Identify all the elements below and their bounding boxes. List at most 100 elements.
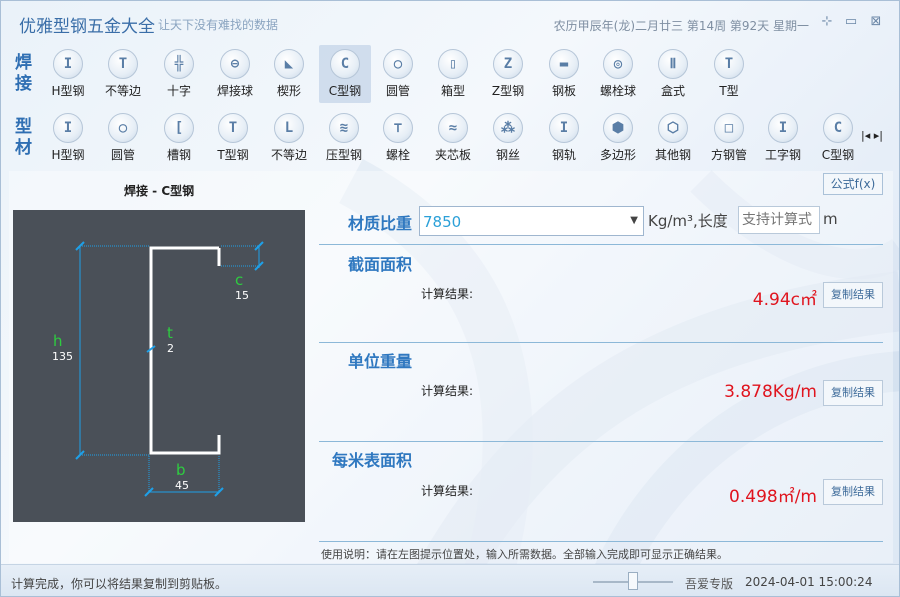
profile-shape-icon: ≋ — [329, 113, 359, 143]
section-area-calc-label: 计算结果: — [421, 287, 474, 301]
material-density-label: 材质比重 — [348, 214, 413, 233]
section-diagram: h 135 c 15 t 2 b 45 — [13, 210, 305, 522]
section-area-result: 4.94c㎡ — [752, 290, 817, 310]
h-label: h — [53, 332, 63, 350]
tool-label: T型钢 — [217, 148, 249, 162]
profile-shape-icon: L — [274, 113, 304, 143]
profile-row-tool-7[interactable]: ≈ 夹芯板 — [427, 109, 479, 167]
profile-row-tool-14[interactable]: C C型钢 — [812, 109, 864, 167]
tool-label: C型钢 — [821, 148, 855, 162]
profile-row-tool-3[interactable]: T T型钢 — [207, 109, 259, 167]
profile-shape-icon: ⬡ — [658, 113, 688, 143]
tool-label: 不等边 — [104, 84, 141, 98]
copy-weight-button[interactable]: 复制结果 — [823, 380, 883, 406]
weld-row-tool-3[interactable]: ⊖ 焊接球 — [209, 45, 261, 103]
profile-toolbar: I H型钢 ○ 圆管 [槽钢 T T型钢 L 不等边 ≋ 压型钢 ⊤ 螺栓 ≈ 夹芯板 ⁂ 钢丝 I 钢轨 ⬢ 多边形 ⬡… — [41, 109, 861, 167]
section-area-title: 截面面积 — [348, 255, 413, 274]
diagram-title: 焊接 - C型钢 — [124, 184, 195, 198]
c-label: c — [235, 271, 243, 289]
formula-button[interactable]: 公式f(x) — [823, 173, 883, 195]
tool-label: 螺栓球 — [599, 84, 636, 98]
profile-shape-icon: I — [768, 113, 798, 143]
tool-label: 圆管 — [385, 84, 410, 98]
edition-label: 吾爱专版 — [685, 577, 734, 591]
tool-label: 钢板 — [551, 84, 576, 98]
weld-row-tool-0[interactable]: I H型钢 — [42, 45, 94, 103]
divider — [319, 342, 883, 343]
tool-label: 其他钢 — [654, 148, 691, 162]
tool-label: 箱型 — [440, 84, 465, 98]
profile-row-tool-8[interactable]: ⁂ 钢丝 — [482, 109, 534, 167]
tool-label: 夹芯板 — [434, 148, 471, 162]
lunar-date-info: 农历甲辰年(龙)二月廿三 第14周 第92天 星期一 — [553, 19, 809, 33]
surface-area-calc-label: 计算结果: — [421, 484, 474, 498]
profile-shape-icon: I — [53, 49, 83, 79]
profile-shape-icon: C — [823, 113, 853, 143]
profile-shape-icon: ⬢ — [603, 113, 633, 143]
length-input-box[interactable] — [738, 206, 820, 234]
profile-shape-icon: ⁂ — [493, 113, 523, 143]
weld-row-tool-2[interactable]: ╬ 十字 — [153, 45, 205, 103]
profile-row-tool-2[interactable]: [槽钢 — [153, 109, 205, 167]
profile-shape-icon: I — [549, 113, 579, 143]
tool-label: 槽钢 — [166, 148, 191, 162]
tool-label: 楔形 — [276, 84, 301, 98]
tool-label: 十字 — [166, 84, 191, 98]
weld-row-tool-12[interactable]: T T型 — [703, 45, 755, 103]
opacity-slider-thumb[interactable] — [628, 572, 638, 590]
status-message: 计算完成，你可以将结果复制到剪贴板。 — [11, 577, 228, 591]
profile-row-tool-0[interactable]: I H型钢 — [42, 109, 94, 167]
weld-row-tool-10[interactable]: ◎ 螺栓球 — [592, 45, 644, 103]
profile-row-tool-11[interactable]: ⬡ 其他钢 — [647, 109, 699, 167]
profile-row-tool-4[interactable]: L 不等边 — [263, 109, 315, 167]
profile-row-label: 型材 — [15, 117, 32, 158]
profile-row-tool-12[interactable]: □ 方钢管 — [703, 109, 755, 167]
profile-row-tool-6[interactable]: ⊤ 螺栓 — [372, 109, 424, 167]
weld-row-tool-1[interactable]: T 不等边 — [97, 45, 149, 103]
profile-shape-icon: ╬ — [164, 49, 194, 79]
profile-shape-icon: ⊤ — [383, 113, 413, 143]
tool-label: 工字钢 — [764, 148, 801, 162]
weld-row-tool-9[interactable]: ▬ 钢板 — [538, 45, 590, 103]
app-title: 优雅型钢五金大全 — [19, 17, 155, 37]
weld-row-tool-8[interactable]: Z Z型钢 — [482, 45, 534, 103]
divider — [319, 541, 883, 542]
profile-row-tool-10[interactable]: ⬢ 多边形 — [592, 109, 644, 167]
weld-row-tool-6[interactable]: ○ 圆管 — [372, 45, 424, 103]
weld-row-tool-4[interactable]: ◣ 楔形 — [263, 45, 315, 103]
surface-area-title: 每米表面积 — [332, 451, 413, 470]
t-label: t — [167, 324, 173, 342]
profile-row-tool-5[interactable]: ≋ 压型钢 — [318, 109, 370, 167]
weld-row-tool-11[interactable]: Ⅱ 盒式 — [647, 45, 699, 103]
toolbar-scroll-arrows[interactable]: |◂ ▸| — [861, 129, 883, 142]
app-window: 优雅型钢五金大全 让天下没有难找的数据 农历甲辰年(龙)二月廿三 第14周 第9… — [0, 0, 900, 597]
copy-area-button[interactable]: 复制结果 — [823, 282, 883, 308]
tool-label: 焊接球 — [216, 84, 253, 98]
divider — [319, 441, 883, 442]
tool-label: 钢丝 — [495, 148, 520, 162]
pin-icon[interactable]: ⊹ — [819, 14, 835, 30]
divider — [319, 244, 883, 245]
close-icon[interactable]: ⊠ — [868, 14, 884, 30]
profile-shape-icon: T — [108, 49, 138, 79]
profile-row-tool-9[interactable]: I 钢轨 — [538, 109, 590, 167]
minimize-icon[interactable]: ▭ — [843, 14, 859, 30]
weld-row-tool-7[interactable]: ▯ 箱型 — [427, 45, 479, 103]
material-density-select[interactable]: 7850 ▼ — [419, 206, 644, 236]
dropdown-arrow-icon: ▼ — [630, 215, 638, 226]
surface-area-result: 0.498㎡/m — [729, 487, 817, 507]
c-channel-drawing: h 135 c 15 t 2 b 45 — [52, 241, 264, 497]
weld-toolbar: I H型钢 T 不等边 ╬ 十字 ⊖ 焊接球 ◣ 楔形 C C型钢 ○ 圆管 ▯ 箱型 Z Z型钢 ▬ 钢板 ◎ 螺栓球 Ⅱ… — [41, 45, 801, 103]
c-value: 15 — [235, 289, 249, 302]
profile-shape-icon: ◣ — [274, 49, 304, 79]
length-input[interactable] — [739, 207, 819, 233]
copy-surface-button[interactable]: 复制结果 — [823, 479, 883, 505]
weld-row-tool-5[interactable]: C C型钢 — [319, 45, 371, 103]
usage-instructions: 使用说明：请在左图提示位置处，输入所需数据。全部输入完成即可显示正确结果。 — [321, 548, 728, 561]
profile-shape-icon: ○ — [383, 49, 413, 79]
tool-label: H型钢 — [51, 84, 85, 98]
profile-row-tool-1[interactable]: ○ 圆管 — [97, 109, 149, 167]
tool-label: C型钢 — [328, 84, 362, 98]
profile-row-tool-13[interactable]: I 工字钢 — [757, 109, 809, 167]
tool-label: Z型钢 — [491, 84, 525, 98]
